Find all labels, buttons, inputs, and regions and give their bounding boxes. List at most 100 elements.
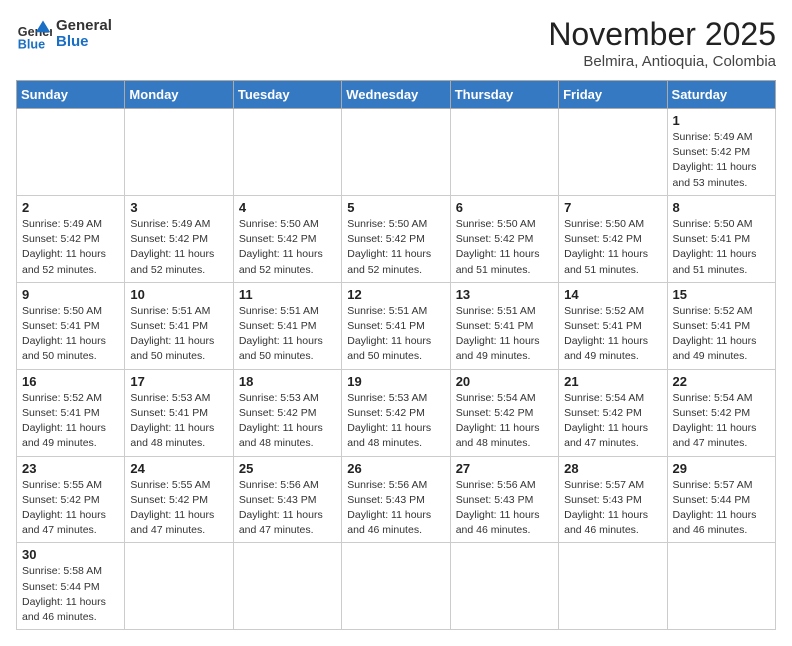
day-info: Sunrise: 5:56 AM Sunset: 5:43 PM Dayligh…	[456, 478, 553, 539]
day-info: Sunrise: 5:49 AM Sunset: 5:42 PM Dayligh…	[22, 217, 119, 278]
weekday-header-friday: Friday	[559, 81, 667, 109]
logo: General Blue General Blue	[16, 16, 112, 52]
calendar-week-row: 16Sunrise: 5:52 AM Sunset: 5:41 PM Dayli…	[17, 369, 776, 456]
calendar-day-cell: 15Sunrise: 5:52 AM Sunset: 5:41 PM Dayli…	[667, 282, 775, 369]
day-number: 19	[347, 374, 444, 389]
day-info: Sunrise: 5:50 AM Sunset: 5:42 PM Dayligh…	[564, 217, 661, 278]
day-number: 26	[347, 461, 444, 476]
calendar-day-cell	[450, 109, 558, 196]
calendar-day-cell: 22 Sunrise: 5:54 AM Sunset: 5:42 PM Dayli…	[667, 369, 775, 456]
day-number: 2	[22, 200, 119, 215]
day-number: 4	[239, 200, 336, 215]
day-info: Sunrise: 5:51 AM Sunset: 5:41 PM Dayligh…	[130, 304, 227, 365]
location-subtitle: Belmira, Antioquia, Colombia	[548, 53, 776, 70]
calendar-day-cell: 3Sunrise: 5:49 AM Sunset: 5:42 PM Daylig…	[125, 195, 233, 282]
weekday-header-monday: Monday	[125, 81, 233, 109]
weekday-header-wednesday: Wednesday	[342, 81, 450, 109]
day-number: 24	[130, 461, 227, 476]
day-info: Sunrise: 5:50 AM Sunset: 5:42 PM Dayligh…	[456, 217, 553, 278]
day-info: Sunrise: 5:51 AM Sunset: 5:41 PM Dayligh…	[347, 304, 444, 365]
calendar-day-cell: 8 Sunrise: 5:50 AM Sunset: 5:41 PM Daylig…	[667, 195, 775, 282]
day-number: 13	[456, 287, 553, 302]
day-number: 9	[22, 287, 119, 302]
day-number: 22	[673, 374, 770, 389]
day-info: Sunrise: 5:53 AM Sunset: 5:42 PM Dayligh…	[347, 391, 444, 452]
day-number: 8	[673, 200, 770, 215]
calendar-day-cell: 18 Sunrise: 5:53 AM Sunset: 5:42 PM Dayli…	[233, 369, 341, 456]
day-info: Sunrise: 5:49 AM Sunset: 5:42 PM Dayligh…	[130, 217, 227, 278]
calendar-day-cell: 26 Sunrise: 5:56 AM Sunset: 5:43 PM Dayli…	[342, 456, 450, 543]
calendar-day-cell	[125, 543, 233, 630]
day-info: Sunrise: 5:56 AM Sunset: 5:43 PM Dayligh…	[239, 478, 336, 539]
calendar-day-cell	[450, 543, 558, 630]
day-number: 18	[239, 374, 336, 389]
calendar-day-cell: 12 Sunrise: 5:51 AM Sunset: 5:41 PM Dayli…	[342, 282, 450, 369]
day-info: Sunrise: 5:50 AM Sunset: 5:41 PM Dayligh…	[673, 217, 770, 278]
day-info: Sunrise: 5:54 AM Sunset: 5:42 PM Dayligh…	[456, 391, 553, 452]
calendar-week-row: 9Sunrise: 5:50 AM Sunset: 5:41 PM Daylig…	[17, 282, 776, 369]
weekday-header-saturday: Saturday	[667, 81, 775, 109]
day-info: Sunrise: 5:52 AM Sunset: 5:41 PM Dayligh…	[673, 304, 770, 365]
calendar-day-cell: 21 Sunrise: 5:54 AM Sunset: 5:42 PM Dayli…	[559, 369, 667, 456]
day-number: 5	[347, 200, 444, 215]
day-number: 25	[239, 461, 336, 476]
calendar-day-cell: 28Sunrise: 5:57 AM Sunset: 5:43 PM Dayli…	[559, 456, 667, 543]
calendar-day-cell: 2 Sunrise: 5:49 AM Sunset: 5:42 PM Daylig…	[17, 195, 125, 282]
day-info: Sunrise: 5:51 AM Sunset: 5:41 PM Dayligh…	[456, 304, 553, 365]
day-info: Sunrise: 5:53 AM Sunset: 5:41 PM Dayligh…	[130, 391, 227, 452]
calendar-day-cell: 1Sunrise: 5:49 AM Sunset: 5:42 PM Daylig…	[667, 109, 775, 196]
day-number: 29	[673, 461, 770, 476]
calendar-day-cell: 24 Sunrise: 5:55 AM Sunset: 5:42 PM Dayli…	[125, 456, 233, 543]
logo-icon: General Blue	[16, 16, 52, 52]
calendar-day-cell	[559, 543, 667, 630]
weekday-header-tuesday: Tuesday	[233, 81, 341, 109]
calendar-day-cell	[559, 109, 667, 196]
day-number: 16	[22, 374, 119, 389]
calendar-day-cell	[342, 109, 450, 196]
day-info: Sunrise: 5:50 AM Sunset: 5:42 PM Dayligh…	[347, 217, 444, 278]
calendar-table: SundayMondayTuesdayWednesdayThursdayFrid…	[16, 80, 776, 630]
day-info: Sunrise: 5:56 AM Sunset: 5:43 PM Dayligh…	[347, 478, 444, 539]
calendar-day-cell: 4Sunrise: 5:50 AM Sunset: 5:42 PM Daylig…	[233, 195, 341, 282]
calendar-day-cell: 20Sunrise: 5:54 AM Sunset: 5:42 PM Dayli…	[450, 369, 558, 456]
calendar-day-cell: 6 Sunrise: 5:50 AM Sunset: 5:42 PM Daylig…	[450, 195, 558, 282]
day-number: 27	[456, 461, 553, 476]
day-number: 30	[22, 547, 119, 562]
day-number: 6	[456, 200, 553, 215]
calendar-day-cell: 27 Sunrise: 5:56 AM Sunset: 5:43 PM Dayli…	[450, 456, 558, 543]
weekday-header-thursday: Thursday	[450, 81, 558, 109]
calendar-day-cell: 13 Sunrise: 5:51 AM Sunset: 5:41 PM Dayli…	[450, 282, 558, 369]
day-number: 14	[564, 287, 661, 302]
calendar-day-cell	[233, 543, 341, 630]
calendar-day-cell	[342, 543, 450, 630]
calendar-day-cell: 25 Sunrise: 5:56 AM Sunset: 5:43 PM Dayli…	[233, 456, 341, 543]
logo-general: General	[56, 18, 112, 35]
day-number: 17	[130, 374, 227, 389]
calendar-day-cell: 23Sunrise: 5:55 AM Sunset: 5:42 PM Dayli…	[17, 456, 125, 543]
calendar-day-cell: 7 Sunrise: 5:50 AM Sunset: 5:42 PM Daylig…	[559, 195, 667, 282]
page-header: General Blue General Blue November 2025 …	[16, 16, 776, 70]
calendar-day-cell: 30 Sunrise: 5:58 AM Sunset: 5:44 PM Dayli…	[17, 543, 125, 630]
day-info: Sunrise: 5:51 AM Sunset: 5:41 PM Dayligh…	[239, 304, 336, 365]
day-info: Sunrise: 5:54 AM Sunset: 5:42 PM Dayligh…	[564, 391, 661, 452]
calendar-day-cell: 9Sunrise: 5:50 AM Sunset: 5:41 PM Daylig…	[17, 282, 125, 369]
day-info: Sunrise: 5:58 AM Sunset: 5:44 PM Dayligh…	[22, 564, 119, 625]
day-number: 7	[564, 200, 661, 215]
calendar-day-cell	[17, 109, 125, 196]
day-number: 11	[239, 287, 336, 302]
calendar-day-cell: 17 Sunrise: 5:53 AM Sunset: 5:41 PM Dayli…	[125, 369, 233, 456]
title-block: November 2025 Belmira, Antioquia, Colomb…	[548, 16, 776, 70]
day-info: Sunrise: 5:55 AM Sunset: 5:42 PM Dayligh…	[130, 478, 227, 539]
day-number: 12	[347, 287, 444, 302]
day-info: Sunrise: 5:55 AM Sunset: 5:42 PM Dayligh…	[22, 478, 119, 539]
calendar-day-cell: 16Sunrise: 5:52 AM Sunset: 5:41 PM Dayli…	[17, 369, 125, 456]
calendar-week-row: 1Sunrise: 5:49 AM Sunset: 5:42 PM Daylig…	[17, 109, 776, 196]
calendar-day-cell: 29Sunrise: 5:57 AM Sunset: 5:44 PM Dayli…	[667, 456, 775, 543]
calendar-week-row: 30 Sunrise: 5:58 AM Sunset: 5:44 PM Dayli…	[17, 543, 776, 630]
day-info: Sunrise: 5:54 AM Sunset: 5:42 PM Dayligh…	[673, 391, 770, 452]
day-info: Sunrise: 5:52 AM Sunset: 5:41 PM Dayligh…	[564, 304, 661, 365]
day-number: 21	[564, 374, 661, 389]
day-info: Sunrise: 5:53 AM Sunset: 5:42 PM Dayligh…	[239, 391, 336, 452]
calendar-day-cell: 10Sunrise: 5:51 AM Sunset: 5:41 PM Dayli…	[125, 282, 233, 369]
day-info: Sunrise: 5:49 AM Sunset: 5:42 PM Dayligh…	[673, 130, 770, 191]
